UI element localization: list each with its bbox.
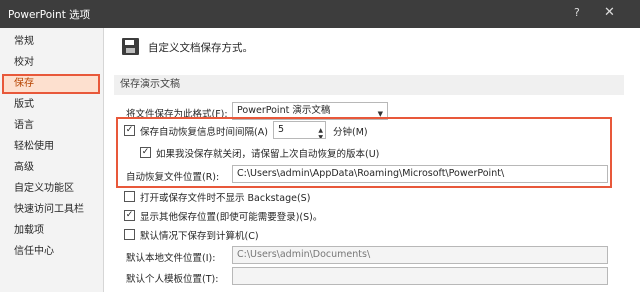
highlight-box [116,117,612,188]
help-icon[interactable]: ? [574,6,580,19]
default-computer-label: 默认情况下保存到计算机(C) [140,231,259,242]
page-title: 自定义文档保存方式。 [148,42,253,54]
sidebar-item-addins[interactable]: 加载项 [6,221,100,241]
sidebar-item-save[interactable]: 保存 [2,74,100,94]
sidebar-item-language[interactable]: 语言 [6,116,100,136]
default-templates-label: 默认个人模板位置(T): [126,274,219,285]
title-bar: PowerPoint 选项 ? ✕ [0,0,640,28]
sidebar: 常规 校对 保存 版式 语言 轻松使用 高级 自定义功能区 快速访问工具栏 加载… [0,28,104,292]
close-icon[interactable]: ✕ [604,5,615,20]
show-more-locations-label: 显示其他保存位置(即使可能需要登录)(S)。 [140,212,323,223]
sidebar-item-typography[interactable]: 版式 [6,95,100,115]
window-title: PowerPoint 选项 [8,9,91,21]
sidebar-item-general[interactable]: 常规 [6,32,100,52]
sidebar-item-customize-ribbon[interactable]: 自定义功能区 [6,179,100,199]
sidebar-item-quick-access-toolbar[interactable]: 快速访问工具栏 [6,200,100,220]
no-backstage-checkbox[interactable] [124,191,135,202]
no-backstage-label: 打开或保存文件时不显示 Backstage(S) [140,193,311,204]
default-templates-input[interactable] [232,267,608,285]
save-format-value: PowerPoint 演示文稿 [237,105,331,116]
show-more-locations-checkbox[interactable]: ✓ [124,210,135,221]
sidebar-item-advanced[interactable]: 高级 [6,158,100,178]
default-computer-checkbox[interactable] [124,229,135,240]
sidebar-item-trust-center[interactable]: 信任中心 [6,242,100,262]
section-header: 保存演示文稿 [114,75,624,95]
sidebar-item-accessibility[interactable]: 轻松使用 [6,137,100,157]
sidebar-item-proofing[interactable]: 校对 [6,53,100,73]
default-local-label: 默认本地文件位置(I): [126,253,216,264]
default-local-input[interactable]: C:\Users\admin\Documents\ [232,246,608,264]
save-icon [122,38,139,55]
